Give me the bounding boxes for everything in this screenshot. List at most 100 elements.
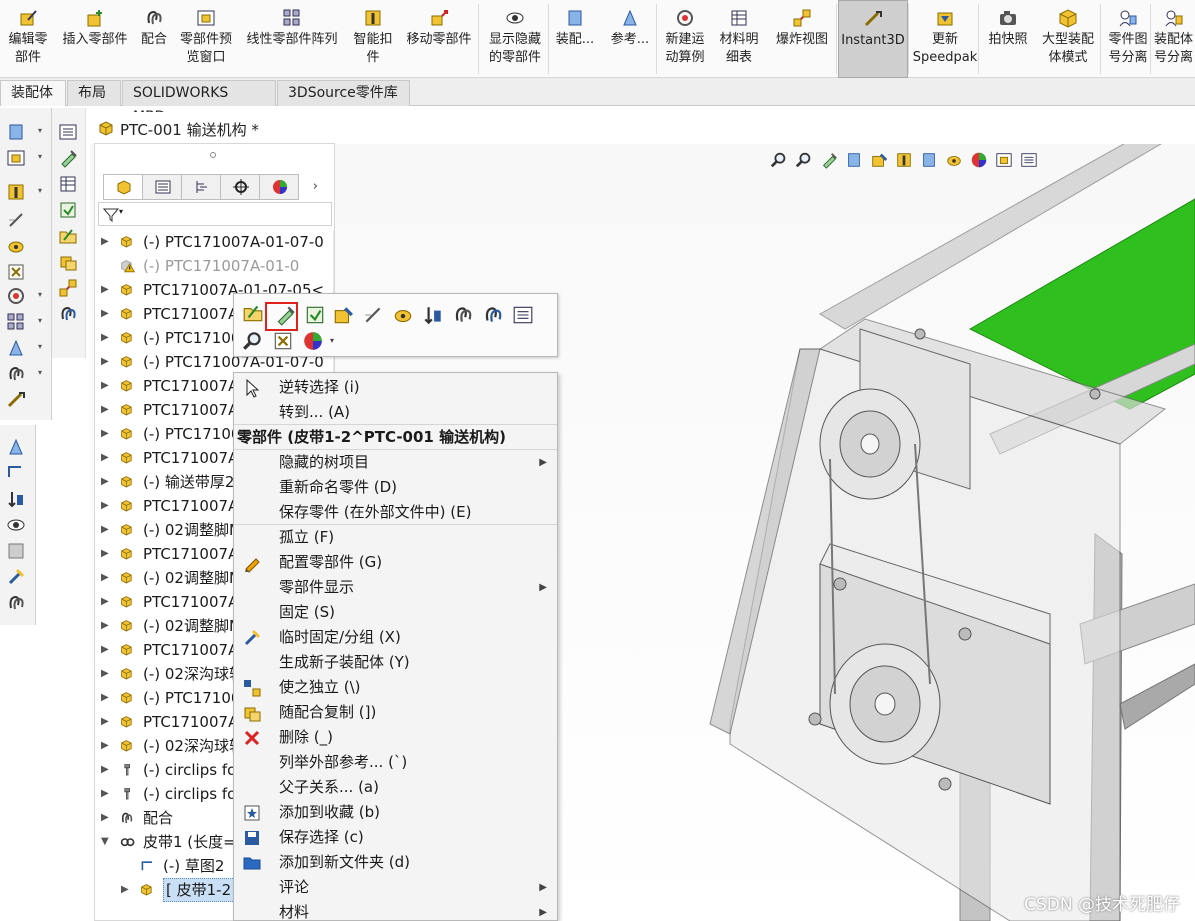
move-icon[interactable] (422, 304, 444, 326)
show-hidden-icon[interactable] (6, 515, 26, 535)
assembly-number-button[interactable]: 装配体 号分离 (1152, 0, 1195, 78)
component-preview-button[interactable]: 零部件预 览窗口 (172, 0, 240, 78)
chevron-right-icon[interactable]: ▶ (101, 638, 109, 662)
chevron-down-icon[interactable]: ▾ (38, 126, 42, 135)
crosshair-icon[interactable] (6, 541, 26, 561)
chevron-right-icon[interactable]: ▶ (101, 470, 109, 494)
isolate-icon[interactable] (6, 262, 26, 282)
open-part-icon[interactable] (58, 226, 78, 246)
smart-fastener-icon[interactable] (895, 151, 913, 169)
bom-icon[interactable] (58, 174, 78, 194)
chevron-down-icon[interactable]: ▼ (101, 830, 109, 854)
chevron-right-icon[interactable]: ▶ (101, 806, 109, 830)
context-menu-item[interactable]: 父子关系... (a) (234, 775, 557, 800)
context-menu-item[interactable]: 添加到收藏 (b) (234, 800, 557, 825)
context-menu-item[interactable]: 零部件显示 ▶ (234, 575, 557, 600)
chevron-down-icon[interactable]: ▾ (330, 336, 334, 345)
part-number-button[interactable]: 零件图 号分离 (1102, 0, 1154, 78)
tree-item[interactable]: (-) PTC171007A-01-0 (95, 254, 334, 278)
speedpak-button[interactable]: 更新 Speedpak (912, 0, 978, 78)
linear-pattern-icon[interactable] (6, 312, 26, 332)
chevron-right-icon[interactable]: › (298, 174, 318, 200)
context-menu-item[interactable]: 保存选择 (c) (234, 825, 557, 850)
chevron-right-icon[interactable]: ▶ (101, 446, 109, 470)
reference-geometry-icon[interactable] (6, 437, 26, 457)
component-properties-icon[interactable] (58, 200, 78, 220)
chevron-right-icon[interactable]: ▶ (101, 302, 109, 326)
assembly-feature-button[interactable]: 装配... (550, 0, 600, 78)
chevron-right-icon[interactable]: ▶ (101, 518, 109, 542)
chevron-right-icon[interactable]: ▶ (101, 710, 109, 734)
snapshot-button[interactable]: 拍快照 (980, 0, 1036, 78)
edit-part-icon[interactable] (58, 148, 78, 168)
context-menu-item[interactable]: 重新命名零件 (D) (234, 475, 557, 500)
chevron-right-icon[interactable]: ▶ (101, 350, 109, 374)
insert-component-button[interactable]: 插入零部件 (58, 0, 132, 78)
chevron-right-icon[interactable]: ▶ (101, 758, 109, 782)
chevron-right-icon[interactable]: ▶ (101, 614, 109, 638)
context-menu-item[interactable]: 材料 ▶ (234, 900, 557, 920)
isolate-icon[interactable] (272, 330, 294, 352)
properties-icon[interactable] (1020, 151, 1038, 169)
show-hidden-button[interactable]: 显示隐藏 的零部件 (480, 0, 550, 78)
context-menu-item[interactable]: 删除 (_) (234, 725, 557, 750)
smart-fastener-button[interactable]: 智能扣件 (346, 0, 400, 78)
context-menu-item[interactable]: 随配合复制 (]) (234, 700, 557, 725)
new-motion-study-icon[interactable] (6, 286, 26, 306)
assembly-feature-icon[interactable] (6, 122, 26, 142)
chevron-down-icon[interactable]: ▾ (38, 186, 42, 195)
mate-reference-icon[interactable] (482, 304, 504, 326)
zoom-to-selection-icon[interactable] (242, 330, 264, 352)
tab-dimxpert-manager[interactable] (220, 174, 260, 200)
mate-icon[interactable] (6, 593, 26, 613)
tree-item[interactable]: ▶ (-) PTC171007A-01-07-0 (95, 230, 334, 254)
chevron-right-icon[interactable]: ▶ (101, 734, 109, 758)
sketch[interactable] (6, 463, 26, 483)
zoom-to-selection-icon[interactable] (770, 151, 788, 169)
appearance-icon[interactable] (870, 151, 888, 169)
context-menu-item[interactable]: 使之独立 (\) (234, 675, 557, 700)
color-palette-icon[interactable] (970, 151, 988, 169)
exploded-view-button[interactable]: 爆炸视图 (766, 0, 838, 78)
tab-mbd[interactable]: SOLIDWORKS MBD (122, 80, 276, 125)
component-preview-icon[interactable] (995, 151, 1013, 169)
chevron-down-icon[interactable]: ▾ (38, 316, 42, 325)
tab-feature-manager[interactable] (103, 174, 143, 200)
context-menu-item[interactable]: 固定 (S) (234, 600, 557, 625)
context-menu-item[interactable]: 转到... (A) (234, 400, 557, 425)
chevron-right-icon[interactable]: ▶ (101, 590, 109, 614)
zoom-to-selection-icon[interactable] (795, 151, 813, 169)
suppress-icon[interactable] (6, 236, 26, 256)
open-part-icon[interactable] (242, 302, 264, 324)
chevron-right-icon[interactable]: ▶ (101, 782, 109, 806)
context-menu-item[interactable]: 评论 ▶ (234, 875, 557, 900)
chevron-down-icon[interactable]: ▾ (38, 342, 42, 351)
assembly-feature-icon[interactable] (845, 151, 863, 169)
context-menu-item[interactable]: 逆转选择 (i) (234, 375, 557, 400)
chevron-right-icon[interactable]: ▶ (101, 326, 109, 350)
chevron-right-icon[interactable]: ▶ (101, 230, 109, 254)
mate-reference-icon[interactable] (58, 304, 78, 324)
assembly-feature-icon[interactable] (920, 151, 938, 169)
mate-icon[interactable] (452, 304, 474, 326)
instant3d-icon[interactable] (6, 390, 26, 410)
suppress-icon[interactable] (392, 304, 414, 326)
context-menu-item[interactable]: 保存零件 (在外部文件中) (E) (234, 500, 557, 525)
suppress-icon[interactable] (945, 151, 963, 169)
chevron-down-icon[interactable]: ▾ (119, 207, 123, 216)
tab-display-manager[interactable] (259, 174, 299, 200)
hide-component-icon[interactable] (6, 210, 26, 230)
chevron-right-icon[interactable]: ▶ (101, 278, 109, 302)
tab-assembly[interactable]: 装配体 (0, 80, 66, 106)
move-icon[interactable] (6, 489, 26, 509)
edit-part-icon[interactable] (820, 151, 838, 169)
panel-grip-icon[interactable] (210, 152, 216, 158)
chevron-right-icon[interactable]: ▶ (101, 398, 109, 422)
linear-pattern-button[interactable]: 线性零部件阵列 (242, 0, 342, 78)
mate-button[interactable]: 配合 (134, 0, 174, 78)
component-properties-icon[interactable] (304, 304, 326, 326)
chevron-down-icon[interactable]: ▾ (38, 368, 42, 377)
appearance-icon[interactable] (332, 304, 354, 326)
properties-icon[interactable] (58, 122, 78, 142)
new-motion-study-button[interactable]: 新建运 动算例 (658, 0, 712, 78)
